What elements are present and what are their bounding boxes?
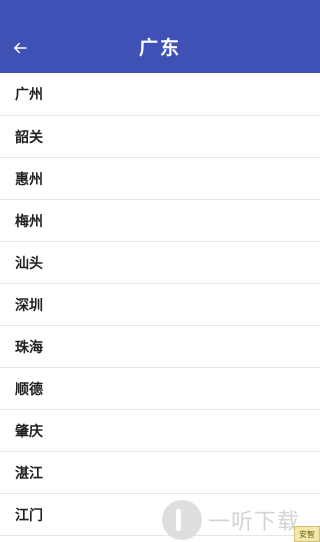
list-item[interactable]: 湛江	[0, 452, 320, 494]
list-item-label: 江门	[15, 507, 43, 524]
page-title: 广东	[138, 37, 181, 59]
list-item[interactable]: 顺德	[0, 368, 320, 410]
list-item[interactable]: 汕头	[0, 242, 320, 284]
city-list: 广州 韶关 惠州 梅州 汕头 深圳 珠海 顺德 肇庆 湛江 江门	[0, 73, 320, 536]
watermark-logo-icon	[162, 500, 202, 540]
app-screen: 广东 广州 韶关 惠州 梅州 汕头 深圳 珠海 顺德 肇庆 湛江 江门 一听下载…	[0, 0, 320, 542]
list-item[interactable]: 惠州	[0, 158, 320, 200]
list-item-label: 顺德	[15, 381, 43, 398]
list-item[interactable]: 广州	[0, 73, 320, 116]
watermark: 一听下载 安智	[162, 500, 320, 542]
list-item-label: 汕头	[15, 255, 43, 272]
list-item-label: 韶关	[15, 129, 43, 146]
list-item-label: 珠海	[15, 339, 43, 356]
list-item[interactable]: 深圳	[0, 284, 320, 326]
app-bar: 广东	[0, 0, 320, 73]
list-item-label: 广州	[15, 87, 43, 103]
list-item-label: 深圳	[15, 297, 43, 314]
list-item-label: 惠州	[15, 171, 43, 188]
watermark-text: 一听下载	[208, 510, 301, 535]
list-item[interactable]: 肇庆	[0, 410, 320, 452]
watermark-badge: 安智	[294, 526, 320, 542]
list-item[interactable]: 珠海	[0, 326, 320, 368]
list-item-label: 肇庆	[15, 423, 43, 440]
list-item[interactable]: 韶关	[0, 116, 320, 158]
list-item-label: 湛江	[15, 465, 43, 482]
list-item[interactable]: 梅州	[0, 200, 320, 242]
list-item-label: 梅州	[15, 213, 43, 230]
